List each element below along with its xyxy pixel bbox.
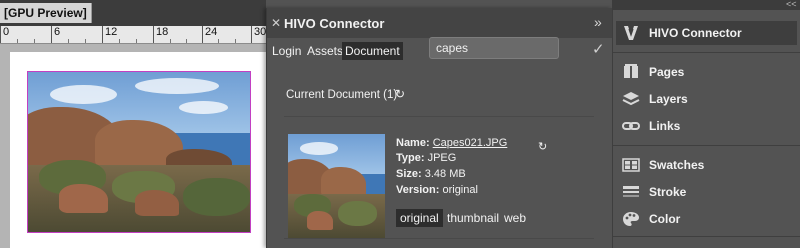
color-icon (622, 210, 640, 228)
dock-item-label: Links (649, 119, 681, 133)
ruler-tick-label: 6 (54, 26, 61, 38)
asset-name-row: Name: Capes021.JPG (396, 137, 507, 149)
type-label: Type: (396, 152, 425, 164)
ruler-tick-label: 24 (205, 26, 218, 38)
dock-item-label: Color (649, 212, 681, 226)
rendition-original-button[interactable]: original (396, 209, 443, 227)
dock-item-label: Layers (649, 92, 688, 106)
dock-item-links[interactable]: Links (622, 116, 792, 138)
ruler-tick-label: 12 (105, 26, 118, 38)
ruler-tick (102, 26, 103, 43)
hivo-logo-icon (622, 24, 640, 42)
section-divider (284, 238, 594, 239)
size-value: 3.48 MB (424, 168, 466, 180)
name-label: Name: (396, 137, 430, 149)
size-label: Size: (396, 168, 422, 180)
dock-item-color[interactable]: Color (622, 209, 792, 231)
pages-icon (622, 63, 640, 81)
dock-item-label: Swatches (649, 158, 705, 172)
document-tab[interactable]: [GPU Preview] (0, 3, 92, 23)
dock-item-layers[interactable]: Layers (622, 89, 792, 111)
layers-icon (622, 90, 640, 108)
panel-title: HIVO Connector (284, 16, 385, 31)
ruler-tick (251, 26, 252, 43)
rendition-thumbnail-button[interactable]: thumbnail (443, 209, 503, 227)
ruler-minor-tick (170, 39, 171, 43)
ruler-tick (0, 26, 1, 43)
ruler-minor-tick (85, 39, 86, 43)
asset-thumbnail[interactable] (288, 134, 385, 238)
ruler-minor-tick (235, 39, 236, 43)
asset-version-row: Version: original (396, 184, 478, 196)
current-document-heading: Current Document (1) (286, 89, 398, 101)
version-value: original (442, 184, 478, 196)
checkmark-icon[interactable]: ✓ (592, 40, 605, 58)
placed-image-frame[interactable] (27, 71, 251, 233)
ruler-minor-tick (17, 39, 18, 43)
links-icon (622, 117, 640, 135)
horizontal-ruler[interactable]: 0 6 12 18 24 30 (0, 26, 266, 44)
file-name-link[interactable]: Capes021.JPG (433, 137, 508, 149)
dock-item-hivo-connector[interactable]: HIVO Connector (622, 23, 792, 45)
ruler-minor-tick (218, 39, 219, 43)
close-icon[interactable]: ✕ (271, 16, 281, 30)
dock-item-stroke[interactable]: Stroke (622, 182, 792, 204)
coastal-thumbnail-image (288, 134, 385, 238)
dock-item-label: Stroke (649, 185, 687, 199)
dock-item-pages[interactable]: Pages (622, 62, 792, 84)
dock-header (612, 0, 800, 10)
swatches-icon (622, 156, 640, 174)
ruler-minor-tick (136, 39, 137, 43)
hivo-connector-panel: ✕ HIVO Connector » Login Assets Document… (266, 8, 612, 248)
dock-separator (613, 236, 800, 237)
collapse-panel-icon[interactable]: » (594, 14, 602, 30)
ruler-tick-label: 30 (254, 26, 267, 38)
ruler-minor-tick (68, 39, 69, 43)
coastal-photo (28, 72, 250, 232)
ruler-minor-tick (34, 39, 35, 43)
ruler-tick-label: 0 (3, 26, 10, 38)
nav-document[interactable]: Document (342, 42, 403, 60)
search-input[interactable] (429, 37, 559, 59)
section-divider (284, 116, 594, 117)
dock-item-label: Pages (649, 65, 685, 79)
nav-assets[interactable]: Assets (304, 42, 346, 60)
stroke-icon (622, 183, 640, 201)
type-value: JPEG (427, 152, 457, 164)
asset-size-row: Size: 3.48 MB (396, 168, 466, 180)
version-label: Version: (396, 184, 440, 196)
ruler-minor-tick (119, 39, 120, 43)
asset-type-row: Type: JPEG (396, 152, 456, 164)
ruler-tick (51, 26, 52, 43)
rendition-web-button[interactable]: web (500, 209, 530, 227)
ruler-minor-tick (186, 39, 187, 43)
ruler-tick (153, 26, 154, 43)
dock-item-swatches[interactable]: Swatches (622, 155, 792, 177)
refresh-icon[interactable]: ↻ (395, 87, 405, 101)
dock-item-label: HIVO Connector (649, 26, 742, 40)
nav-login[interactable]: Login (269, 42, 304, 60)
ruler-tick-label: 18 (156, 26, 169, 38)
ruler-tick (202, 26, 203, 43)
dock-separator (613, 145, 800, 146)
collapse-dock-icon[interactable]: << (786, 0, 797, 9)
refresh-asset-icon[interactable]: ↻ (538, 140, 547, 153)
dock-separator (613, 52, 800, 53)
